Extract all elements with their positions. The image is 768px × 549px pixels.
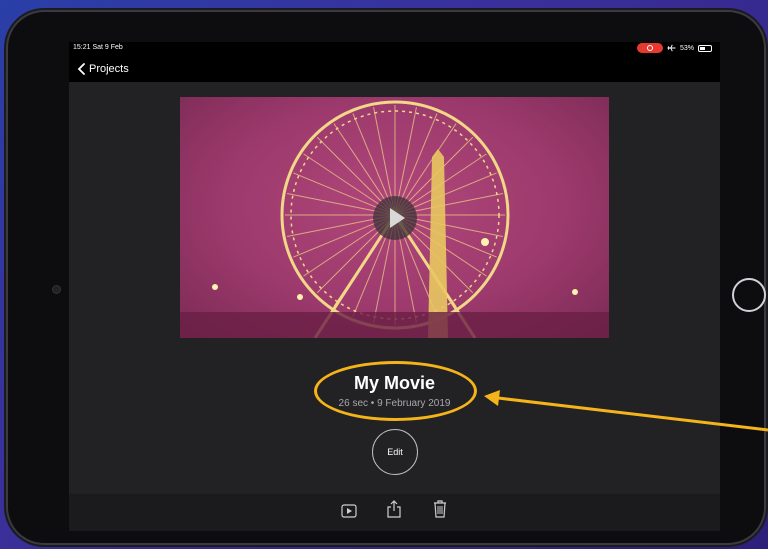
battery-icon (698, 44, 712, 52)
annotation-highlight-ellipse (314, 361, 477, 421)
trash-icon[interactable] (433, 500, 447, 518)
front-camera (52, 285, 61, 294)
play-icon (390, 208, 405, 228)
status-time: 15:21 Sat 9 Feb (73, 44, 123, 51)
play-preview-button[interactable] (373, 196, 417, 240)
share-icon[interactable] (387, 500, 401, 518)
play-icon[interactable] (341, 504, 357, 518)
chevron-left-icon[interactable] (75, 62, 89, 76)
edit-button[interactable]: Edit (372, 429, 418, 475)
battery-percent: 53% (679, 44, 694, 52)
screen-record-icon (636, 43, 663, 53)
nav-bar: Projects (69, 58, 129, 80)
project-detail: My Movie 26 sec • 9 February 2019 Edit (69, 82, 720, 494)
status-right: 53% (636, 43, 712, 53)
app-screen: 15:21 Sat 9 Feb 53% Projects My Movie 26… (69, 42, 720, 531)
movie-thumbnail[interactable] (180, 97, 609, 338)
back-button[interactable]: Projects (89, 63, 129, 75)
status-bar: 15:21 Sat 9 Feb 53% (69, 42, 720, 56)
airplane-icon (667, 44, 676, 52)
bottom-toolbar (69, 494, 720, 531)
home-button[interactable] (732, 278, 766, 312)
